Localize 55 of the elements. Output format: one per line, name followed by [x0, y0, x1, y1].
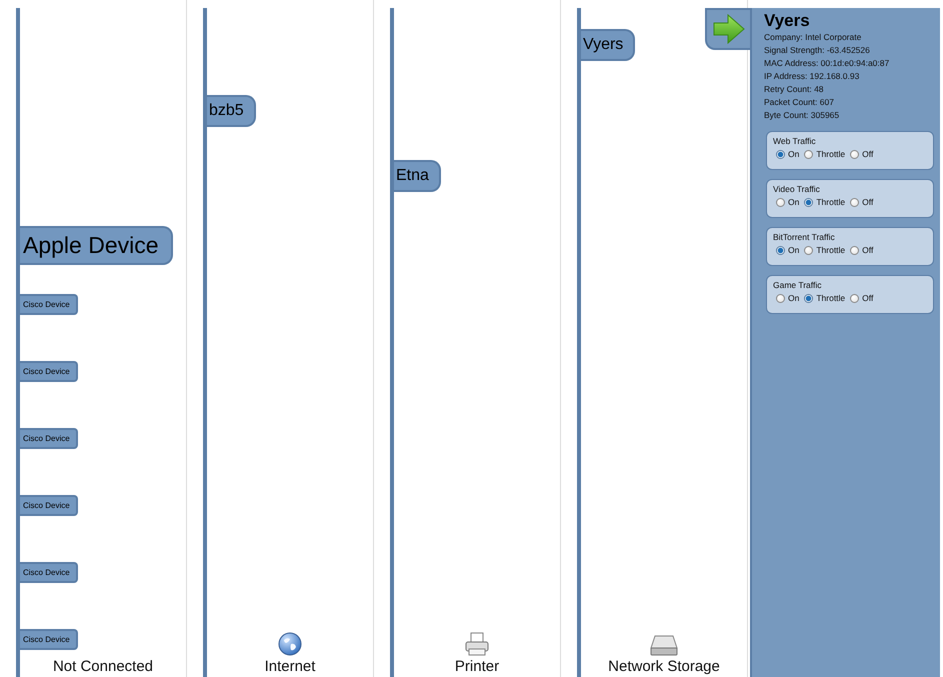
radio-button[interactable]	[776, 246, 785, 254]
device-tag[interactable]: Cisco Device	[20, 294, 78, 315]
radio-button[interactable]	[776, 294, 785, 302]
radio-label[interactable]: Throttle	[816, 149, 846, 159]
device-tag[interactable]: Cisco Device	[20, 428, 78, 449]
column-label: Not Connected	[52, 658, 154, 675]
radio-label[interactable]: On	[788, 149, 800, 159]
drive-icon	[650, 634, 678, 656]
radio-label[interactable]: Off	[862, 197, 874, 207]
detail-text: MAC Address: 00:1d:e0:94:a0:87	[764, 57, 890, 70]
device-tag[interactable]: Cisco Device	[20, 361, 78, 382]
device-tag[interactable]: bzb5	[207, 95, 256, 127]
radio-button[interactable]	[850, 246, 860, 254]
traffic-label: Video Traffic	[773, 184, 821, 194]
radio-label[interactable]: Throttle	[816, 293, 846, 303]
globe-icon	[278, 632, 302, 656]
radio-label[interactable]: Throttle	[816, 245, 846, 255]
device-tag[interactable]: Vyers	[581, 29, 636, 61]
traffic-label: Web Traffic	[773, 136, 817, 146]
device-tag[interactable]: Etna	[394, 160, 441, 192]
radio-button[interactable]	[804, 198, 814, 206]
traffic-label: BitTorrent Traffic	[773, 232, 836, 242]
device-tag[interactable]: Apple Device	[20, 226, 173, 265]
radio-label[interactable]: On	[788, 197, 800, 207]
radio-label[interactable]: On	[788, 293, 800, 303]
radio-button[interactable]	[850, 294, 860, 302]
radio-button[interactable]	[776, 198, 785, 206]
radio-label[interactable]: Off	[862, 149, 874, 159]
detail-text: Byte Count: 305965	[764, 109, 840, 122]
detail-text: Packet Count: 607	[764, 96, 835, 109]
printer-icon	[464, 632, 490, 656]
radio-button[interactable]	[850, 198, 860, 206]
radio-label[interactable]: Throttle	[816, 197, 846, 207]
device-tag[interactable]: Cisco Device	[20, 562, 78, 583]
detail-text: Company: Intel Corporate	[764, 31, 862, 44]
radio-label[interactable]: On	[788, 245, 800, 255]
radio-button[interactable]	[804, 294, 814, 302]
detail-text: IP Address: 192.168.0.93	[764, 70, 860, 83]
column-label: Internet	[264, 658, 316, 675]
device-name: Vyers	[764, 11, 811, 31]
detail-text: Signal Strength: -63.452526	[764, 44, 871, 57]
radio-button[interactable]	[776, 150, 785, 158]
detail-text: Retry Count: 48	[764, 83, 825, 96]
arrow-tab[interactable]	[705, 8, 750, 50]
radio-label[interactable]: Off	[862, 293, 874, 303]
traffic-label: Game Traffic	[773, 280, 822, 290]
column-label: Network Storage	[608, 658, 720, 675]
radio-label[interactable]: Off	[862, 245, 874, 255]
radio-button[interactable]	[850, 150, 860, 158]
arrow-icon	[712, 14, 744, 44]
radio-button[interactable]	[804, 246, 814, 254]
column-label: Printer	[454, 658, 500, 675]
device-tag[interactable]: Cisco Device	[20, 495, 78, 516]
radio-button[interactable]	[804, 150, 814, 158]
device-tag[interactable]: Cisco Device	[20, 629, 78, 650]
